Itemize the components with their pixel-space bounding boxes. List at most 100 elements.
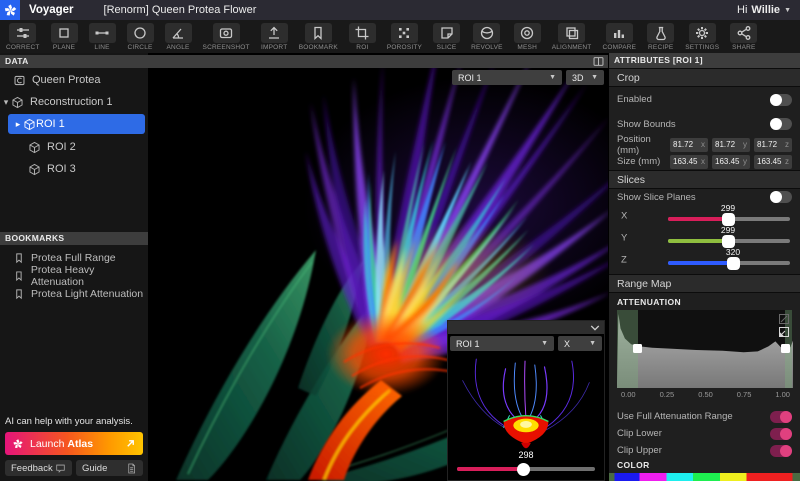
toolbar-line-button[interactable]: LINE <box>89 23 116 51</box>
use-full-attenuation-range-toggle[interactable] <box>770 411 792 423</box>
screenshot-icon <box>218 25 234 41</box>
toolbar-angle-button[interactable]: ANGLE <box>165 23 192 51</box>
pinwheel-logo-icon <box>3 3 18 18</box>
crop-section-header[interactable]: Crop <box>609 68 800 87</box>
inset-axis-selector[interactable]: X ▼ <box>558 336 602 351</box>
volume-cube-icon <box>11 96 24 109</box>
greeting-prefix: Hi <box>737 4 747 16</box>
chevron-down-icon: ▼ <box>589 340 596 347</box>
toolbar-slice-button[interactable]: SLICE <box>433 23 460 51</box>
size-y-input[interactable]: 163.45y <box>712 155 750 169</box>
clip-upper-label: Clip Upper <box>617 445 662 456</box>
inset-slice-slider[interactable] <box>457 467 595 471</box>
z-axis-label: Z <box>621 255 627 266</box>
app-name: Voyager <box>29 4 74 16</box>
size-z-input[interactable]: 163.45z <box>754 155 792 169</box>
enabled-label: Enabled <box>617 94 652 105</box>
edit-curve-icon[interactable] <box>779 327 789 337</box>
toggle-knob <box>770 191 782 203</box>
toolbar-screenshot-button[interactable]: SCREENSHOT <box>203 23 250 51</box>
bookmark-item[interactable]: Protea Heavy Attenuation <box>0 267 148 285</box>
position-label: Position (mm) <box>617 134 670 156</box>
y-slider-value: 299 <box>715 225 741 235</box>
inset-collapse-bar[interactable] <box>448 321 604 334</box>
viewport-roi-selector[interactable]: ROI 1 ▼ <box>452 70 562 85</box>
slice-view[interactable] <box>449 352 603 452</box>
attenuation-histogram[interactable] <box>617 310 792 388</box>
feedback-button[interactable]: Feedback <box>5 460 72 476</box>
toolbar-compare-button[interactable]: COMPARE <box>602 23 636 51</box>
toolbar-mesh-button[interactable]: MESH <box>514 23 541 51</box>
tree-item-queen-protea[interactable]: Queen Protea <box>0 70 148 90</box>
toolbar-recipe-button[interactable]: RECIPE <box>647 23 674 51</box>
bookmark-item[interactable]: Protea Light Attenuation <box>0 285 148 303</box>
clip-lower-label: Clip Lower <box>617 428 662 439</box>
tree-item-roi-1-selected[interactable]: ▸ ROI 1 <box>8 114 145 134</box>
voyager-logo <box>0 0 20 20</box>
toolbar-plane-button[interactable]: PLANE <box>51 23 78 51</box>
size-x-input[interactable]: 163.45x <box>670 155 708 169</box>
toolbar-bookmark-button[interactable]: BOOKMARK <box>299 23 338 51</box>
show-slice-planes-row: Show Slice Planes <box>609 189 800 205</box>
chevron-expanded-icon[interactable]: ▾ <box>1 97 11 108</box>
toolbar-roi-button[interactable]: ROI <box>349 23 376 51</box>
slider-fill <box>668 217 728 221</box>
position-x-input[interactable]: 81.72x <box>670 138 708 152</box>
show-bounds-toggle[interactable] <box>770 118 792 130</box>
toolbar-correct-button[interactable]: CORRECT <box>6 23 40 51</box>
slider-knob[interactable] <box>722 213 735 226</box>
toolbar-share-button[interactable]: SHARE <box>730 23 757 51</box>
y-slice-slider[interactable] <box>668 239 790 243</box>
toggle-knob <box>780 445 792 457</box>
position-z-input[interactable]: 81.72z <box>754 138 792 152</box>
roi-crop-icon <box>354 25 370 41</box>
line-icon <box>94 25 110 41</box>
user-menu[interactable]: Hi Willie ▼ <box>737 4 791 16</box>
slices-section-header[interactable]: Slices <box>609 170 800 189</box>
show-slice-planes-label: Show Slice Planes <box>617 192 696 203</box>
slider-fill <box>668 239 728 243</box>
z-slice-slider[interactable] <box>668 261 790 265</box>
slice-icon <box>439 25 455 41</box>
linear-curve-icon[interactable] <box>779 314 789 324</box>
toolbar-settings-button[interactable]: SETTINGS <box>685 23 719 51</box>
inset-roi-selector[interactable]: ROI 1 ▼ <box>450 336 554 351</box>
tree-item-roi-2[interactable]: ROI 2 <box>0 137 148 157</box>
enabled-toggle[interactable] <box>770 94 792 106</box>
slider-knob[interactable] <box>727 257 740 270</box>
toolbar-circle-button[interactable]: CIRCLE <box>127 23 154 51</box>
size-label: Size (mm) <box>617 156 660 167</box>
inset-slice-value: 298 <box>448 450 604 460</box>
toolbar-revolve-button[interactable]: REVOLVE <box>471 23 503 51</box>
colormap-bar[interactable] <box>609 473 800 481</box>
toolbar-porosity-button[interactable]: POROSITY <box>387 23 422 51</box>
range-map-section-header[interactable]: Range Map <box>609 274 800 293</box>
viewport-mode-selector[interactable]: 3D ▼ <box>566 70 604 85</box>
chevron-collapsed-icon[interactable]: ▸ <box>13 119 23 130</box>
chevron-down-icon: ▼ <box>541 340 548 347</box>
slider-knob[interactable] <box>517 463 530 476</box>
show-slice-planes-toggle[interactable] <box>770 191 792 203</box>
guide-button[interactable]: Guide <box>76 460 143 476</box>
tree-item-roi-3[interactable]: ROI 3 <box>0 159 148 179</box>
launch-atlas-button[interactable]: Launch Atlas <box>5 432 143 455</box>
clip-upper-toggle[interactable] <box>770 445 792 457</box>
range-handle-lower[interactable] <box>633 344 642 353</box>
volume-cube-icon <box>28 141 41 154</box>
range-handle-upper[interactable] <box>781 344 790 353</box>
use-full-attenuation-range-label: Use Full Attenuation Range <box>617 411 733 422</box>
tree-item-reconstruction-1[interactable]: ▾ Reconstruction 1 <box>0 92 148 112</box>
atlas-pinwheel-icon <box>12 438 24 450</box>
toolbar-alignment-button[interactable]: ALIGNMENT <box>552 23 592 51</box>
mesh-icon <box>519 25 535 41</box>
toggle-knob <box>780 411 792 423</box>
render-viewport[interactable]: ROI 1 ▼ 3D ▼ ROI 1 ▼ X ▼ <box>148 53 608 481</box>
main-toolbar: CORRECT PLANE LINE CIRCLE ANGLE SCREENSH… <box>0 20 800 53</box>
volume-cube-icon <box>28 163 41 176</box>
slider-knob[interactable] <box>722 235 735 248</box>
position-y-input[interactable]: 81.72y <box>712 138 750 152</box>
clip-lower-toggle[interactable] <box>770 428 792 440</box>
x-slice-slider[interactable] <box>668 217 790 221</box>
split-view-icon[interactable] <box>593 56 604 67</box>
toolbar-import-button[interactable]: IMPORT <box>261 23 288 51</box>
